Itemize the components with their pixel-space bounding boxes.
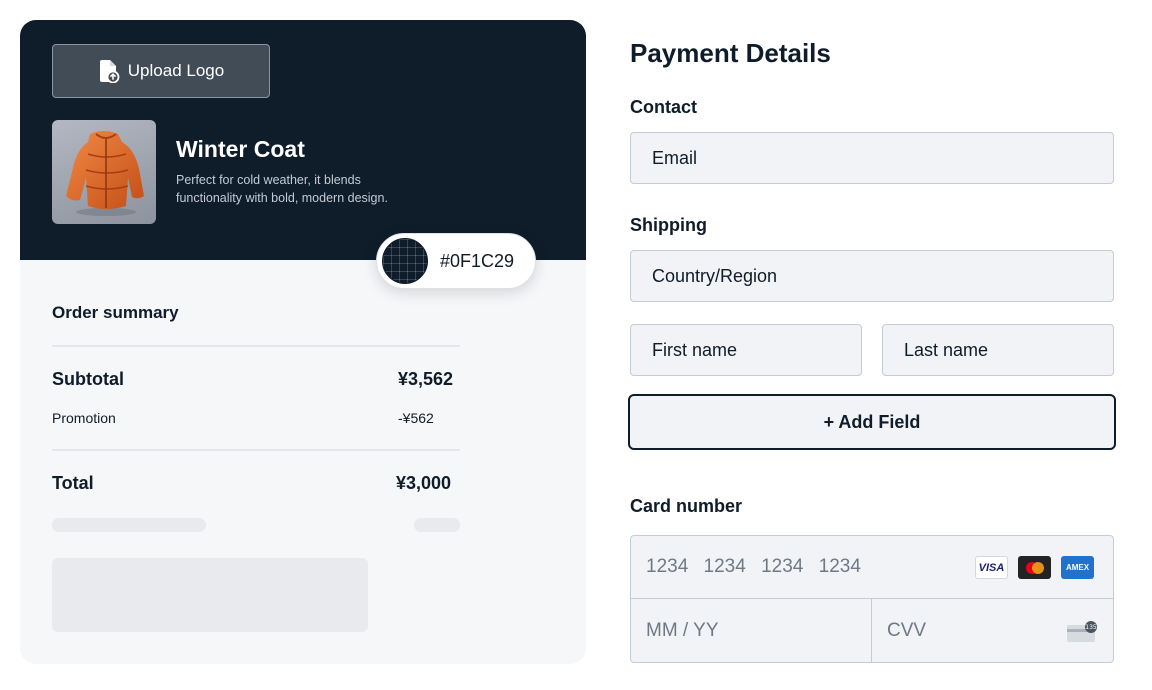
cvv-placeholder: CVV — [887, 620, 927, 641]
mastercard-icon — [1018, 556, 1051, 579]
card-number-placeholder: 1234 1234 1234 1234 — [646, 556, 861, 577]
amex-icon: AMEX — [1061, 556, 1094, 579]
card-input-group: 1234 1234 1234 1234 VISA AMEX MM / YY CV… — [630, 535, 1114, 663]
cvv-hint-text: 135 — [1085, 624, 1097, 631]
card-number-field[interactable]: 1234 1234 1234 1234 VISA AMEX — [631, 536, 1113, 599]
color-hex-label: #0F1C29 — [440, 250, 515, 271]
product-image — [52, 120, 156, 224]
subtotal-label: Subtotal — [52, 369, 124, 389]
skeleton-line — [52, 518, 206, 532]
summary-divider — [52, 345, 460, 347]
product-title: Winter Coat — [176, 136, 305, 162]
first-name-field[interactable]: First name — [630, 324, 862, 376]
total-divider — [52, 449, 460, 451]
promotion-label: Promotion — [52, 410, 116, 426]
payment-details-title: Payment Details — [630, 38, 831, 68]
upload-logo-label: Upload Logo — [127, 61, 225, 80]
file-upload-icon — [98, 59, 120, 83]
subtotal-value: ¥3,562 — [398, 369, 454, 389]
cvv-card-icon: 135 — [1066, 621, 1098, 643]
expiry-field[interactable]: MM / YY — [631, 599, 872, 662]
cvv-field[interactable]: CVV 135 — [872, 599, 1113, 662]
product-card: Upload Logo Winter Coat Perfect for cold… — [20, 20, 586, 664]
upload-logo-button[interactable]: Upload Logo — [52, 44, 270, 98]
shipping-label: Shipping — [630, 215, 707, 235]
theme-color-picker[interactable]: #0F1C29 — [376, 233, 536, 289]
promotion-value: -¥562 — [398, 410, 434, 426]
order-summary-title: Order summary — [52, 303, 179, 322]
skeleton-line — [414, 518, 460, 532]
add-field-button[interactable]: + Add Field — [628, 394, 1116, 450]
total-label: Total — [52, 473, 94, 493]
visa-icon: VISA — [975, 556, 1008, 579]
card-number-label: Card number — [630, 496, 743, 516]
email-field[interactable]: Email — [630, 132, 1114, 184]
color-swatch[interactable] — [382, 238, 428, 284]
product-header: Upload Logo Winter Coat Perfect for cold… — [20, 20, 586, 260]
product-description: Perfect for cold weather, it blends func… — [176, 173, 388, 205]
skeleton-block — [52, 558, 368, 632]
country-region-field[interactable]: Country/Region — [630, 250, 1114, 302]
last-name-field[interactable]: Last name — [882, 324, 1114, 376]
card-brands: VISA AMEX — [975, 556, 1094, 579]
total-value: ¥3,000 — [396, 473, 452, 493]
contact-label: Contact — [630, 97, 697, 117]
